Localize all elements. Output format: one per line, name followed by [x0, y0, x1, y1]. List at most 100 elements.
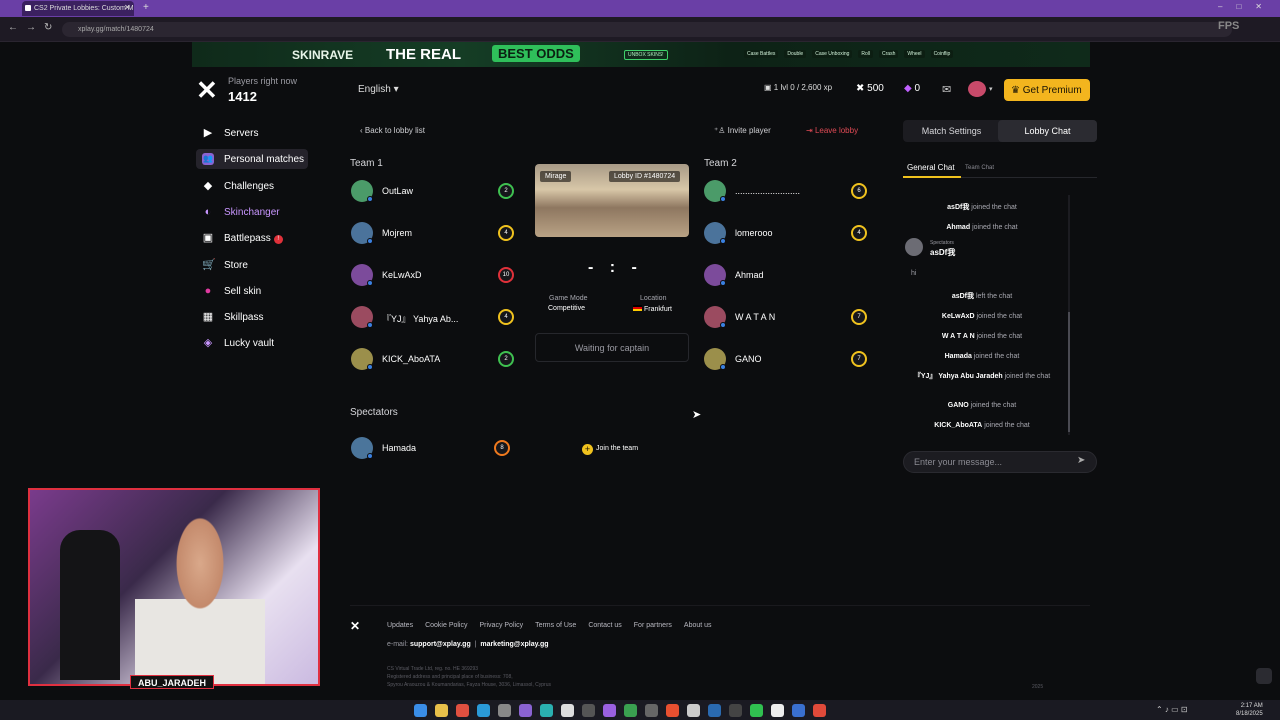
back-to-lobby-list-link[interactable]: ‹ Back to lobby list — [360, 126, 425, 135]
sidebar-item-servers[interactable]: ▶ Servers — [196, 123, 308, 143]
banner-nav-item[interactable]: Crash — [879, 50, 899, 58]
explorer-icon[interactable] — [435, 704, 448, 717]
sidebar-item-sell-skin[interactable]: ● Sell skin — [196, 281, 308, 301]
player-row[interactable]: Hamada 8 — [351, 437, 521, 461]
player-row[interactable]: Mojrem 4 — [351, 222, 521, 246]
sidebar-item-personal-matches[interactable]: 👥 Personal matches — [196, 149, 308, 169]
app-icon[interactable] — [561, 704, 574, 717]
app-icon[interactable] — [519, 704, 532, 717]
player-level-badge: 7 — [851, 309, 867, 325]
get-premium-button[interactable]: ♛ Get Premium — [1004, 79, 1090, 101]
sidebar-item-store[interactable]: 🛒 Store — [196, 255, 308, 275]
player-row[interactable]: GANO 7 — [704, 348, 874, 372]
back-icon[interactable]: ← — [8, 22, 18, 33]
app-icon[interactable] — [582, 704, 595, 717]
sidebar-item-lucky-vault[interactable]: ◈ Lucky vault — [196, 333, 308, 353]
banner-nav-item[interactable]: Wheel — [904, 50, 925, 58]
footer-link[interactable]: Terms of Use — [535, 622, 576, 629]
footer-logo[interactable]: ✕ — [350, 619, 360, 633]
sidebar-item-label: Sell skin — [224, 286, 262, 297]
language-select[interactable]: English ▾ — [358, 84, 399, 95]
banner-nav-item[interactable]: Double — [784, 50, 807, 58]
app-icon[interactable] — [645, 704, 658, 717]
new-tab-icon[interactable]: + — [143, 2, 149, 13]
banner-cta[interactable]: UNBOX SKINS! — [624, 50, 668, 60]
start-icon[interactable] — [414, 704, 427, 717]
user-avatar[interactable] — [968, 81, 986, 97]
app-icon[interactable] — [813, 704, 826, 717]
system-tray[interactable]: ⌃ ♪ ▭ ⊡ — [1156, 705, 1188, 714]
player-row[interactable]: lomerooo 4 — [704, 222, 874, 246]
edge-icon[interactable] — [477, 704, 490, 717]
app-icon[interactable] — [540, 704, 553, 717]
send-icon[interactable]: ➤ — [1077, 455, 1085, 466]
chat-avatar[interactable] — [905, 238, 923, 256]
chat-text: joined the chat — [973, 353, 1020, 360]
banner-nav-item[interactable]: Case Unboxing — [812, 50, 853, 58]
leave-lobby-button[interactable]: ⇥ Leave lobby — [800, 121, 872, 141]
level-xp[interactable]: ▣ 1 lvl 0 / 2,600 xp — [764, 83, 832, 92]
tab-match-settings[interactable]: Match Settings — [903, 120, 1000, 142]
player-row[interactable]: OutLaw 2 — [351, 180, 521, 204]
chat-scroll-thumb[interactable] — [1068, 312, 1070, 432]
chat-system-message: 『YJ』 Yahya Abu Jaradeh joined the chat — [903, 372, 1061, 381]
join-team-button[interactable]: + Join the team — [582, 444, 638, 455]
app-icon[interactable] — [603, 704, 616, 717]
app-icon[interactable] — [624, 704, 637, 717]
footer-link[interactable]: For partners — [634, 622, 672, 629]
support-email-link[interactable]: support@xplay.gg — [410, 641, 471, 648]
banner-brand: SKINRAVE — [292, 48, 354, 62]
sidebar-item-label: Challenges — [224, 181, 275, 192]
chat-system-message: asDf我 joined the chat — [903, 203, 1061, 212]
app-icon[interactable] — [750, 704, 763, 717]
window-controls[interactable]: –□✕ — [1218, 2, 1276, 11]
app-icon[interactable] — [498, 704, 511, 717]
player-row[interactable]: Ahmad — [704, 264, 874, 288]
chrome-icon[interactable] — [456, 704, 469, 717]
app-icon[interactable] — [771, 704, 784, 717]
marketing-email-link[interactable]: marketing@xplay.gg — [480, 641, 548, 648]
forward-icon[interactable]: → — [26, 22, 36, 33]
footer-link[interactable]: Cookie Policy — [425, 622, 467, 629]
banner-nav-item[interactable]: Case Battles — [744, 50, 779, 58]
coins-balance[interactable]: ✖ 500 — [856, 83, 884, 94]
footer-link[interactable]: Updates — [387, 622, 413, 629]
taskbar-clock[interactable]: 2:17 AM 8/18/2025 — [1236, 702, 1263, 718]
footer-link[interactable]: Contact us — [588, 622, 621, 629]
player-row[interactable]: KeLwAxD 10 — [351, 264, 521, 288]
banner-nav-item[interactable]: Coinflip — [930, 50, 954, 58]
join-label: Join the team — [596, 445, 639, 452]
sidebar-item-skinchanger[interactable]: ◐ Skinchanger — [196, 202, 308, 222]
app-icon[interactable] — [687, 704, 700, 717]
sidebar-item-challenges[interactable]: ◆ Challenges — [196, 176, 308, 196]
tab-general-chat[interactable]: General Chat — [907, 163, 955, 172]
help-chat-icon[interactable] — [1256, 668, 1272, 684]
chat-message-input[interactable]: Enter your message... — [903, 451, 1097, 473]
tab-lobby-chat[interactable]: Lobby Chat — [998, 120, 1097, 142]
app-icon[interactable] — [729, 704, 742, 717]
footer-link[interactable]: Privacy Policy — [480, 622, 524, 629]
sidebar-item-skillpass[interactable]: ▦ Skillpass — [196, 307, 308, 327]
gems-balance[interactable]: ◆ 0 — [904, 83, 920, 94]
xplay-logo[interactable]: ✕ — [196, 77, 220, 103]
app-icon[interactable] — [792, 704, 805, 717]
player-row[interactable]: .......................... 6 — [704, 180, 874, 204]
player-row[interactable]: W A T A N 7 — [704, 306, 874, 330]
reload-icon[interactable]: ↻ — [44, 22, 52, 33]
banner-nav-item[interactable]: Roll — [858, 50, 874, 58]
app-icon[interactable] — [666, 704, 679, 717]
close-tab-icon[interactable]: ✕ — [124, 3, 131, 12]
footer-link[interactable]: About us — [684, 622, 712, 629]
mail-icon[interactable]: ✉ — [942, 83, 951, 96]
lobby-id: Lobby ID #1480724 — [609, 171, 681, 182]
sidebar-item-battlepass[interactable]: ▣ Battlepass! — [196, 228, 308, 248]
steam-icon[interactable] — [708, 704, 721, 717]
player-row[interactable]: KICK_AboATA 2 — [351, 348, 521, 372]
chevron-down-icon[interactable]: ▾ — [989, 85, 993, 93]
player-row[interactable]: 『YJ』 Yahya Ab... 4 — [351, 306, 521, 330]
ad-banner[interactable]: SKINRAVE THE REAL BEST ODDS UNBOX SKINS!… — [192, 42, 1090, 67]
invite-player-button[interactable]: ⁺♙ Invite player — [714, 126, 771, 135]
browser-tab[interactable]: CS2 Private Lobbies: Custom M — [22, 1, 134, 16]
url-input[interactable]: xplay.gg/match/1480724 — [62, 22, 1232, 37]
tab-team-chat[interactable]: Team Chat — [965, 165, 994, 171]
